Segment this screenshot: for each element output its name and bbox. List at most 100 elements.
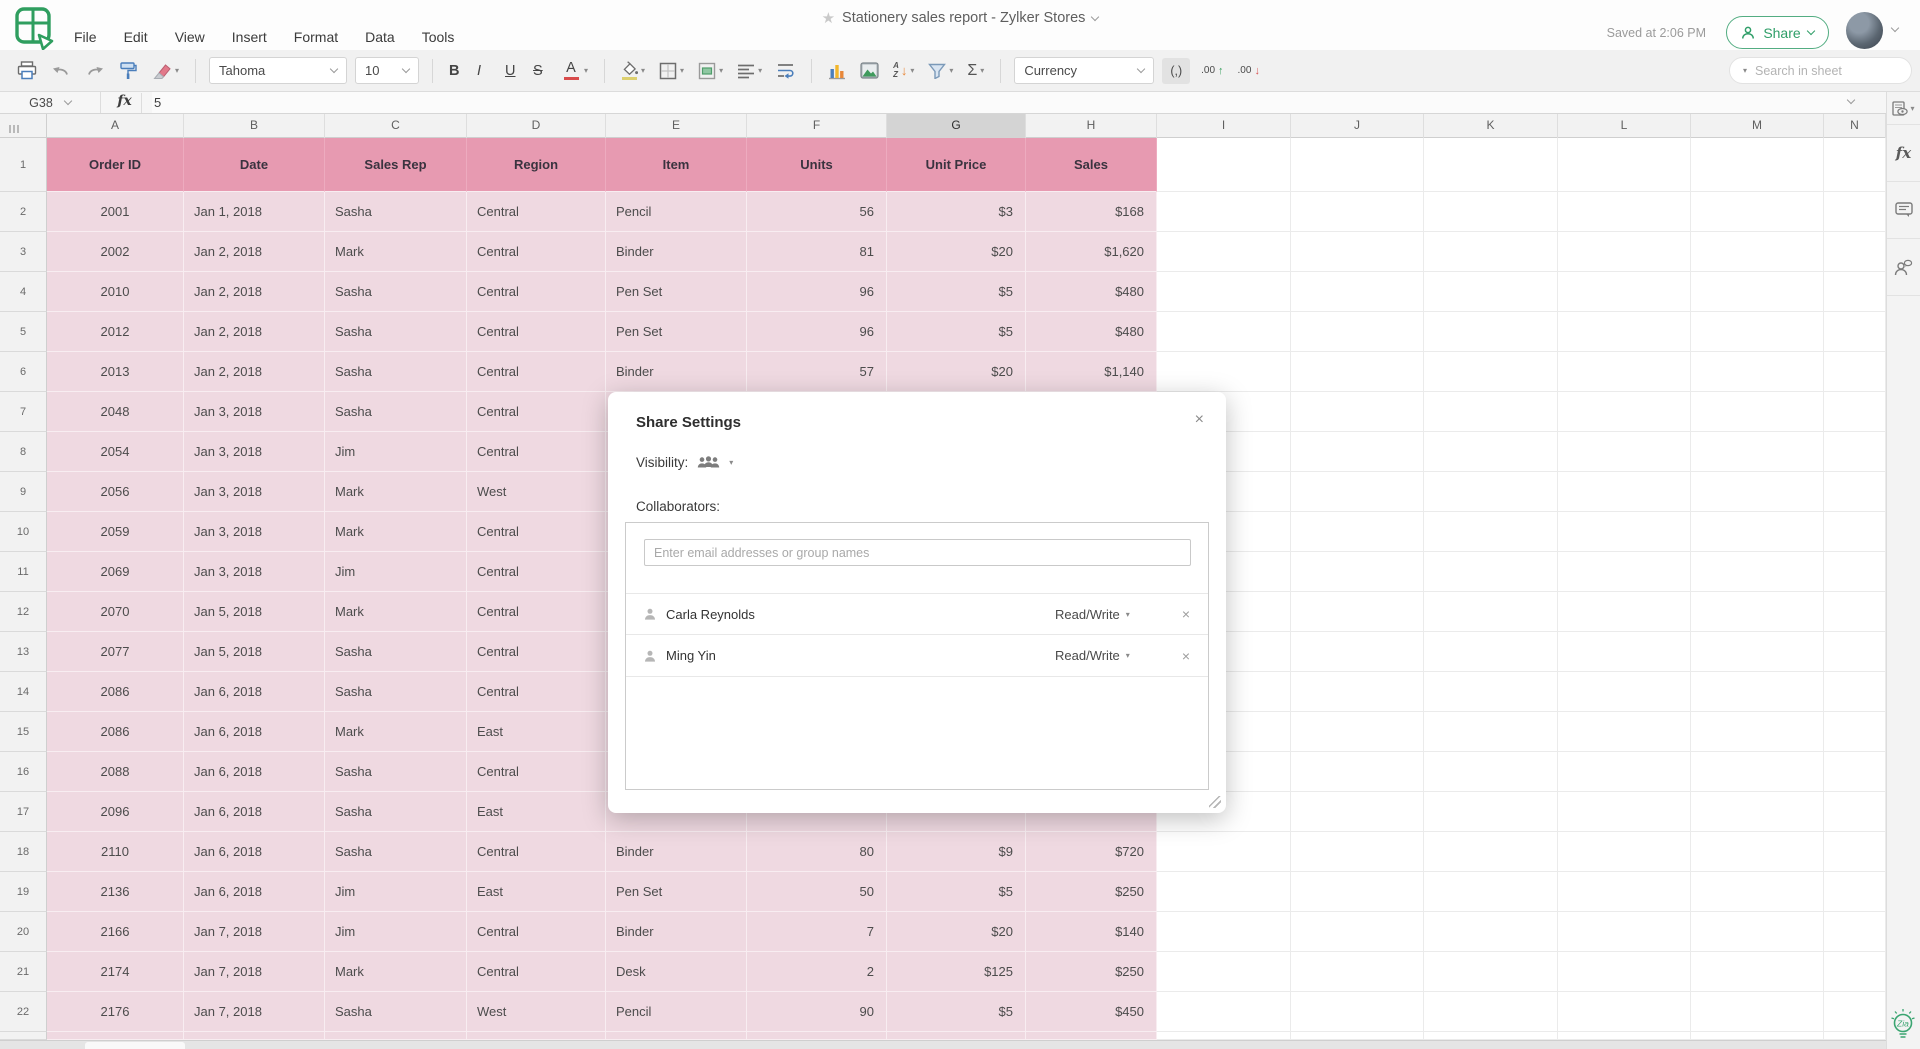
cell-N16[interactable] — [1824, 752, 1886, 792]
cell-N12[interactable] — [1824, 592, 1886, 632]
menu-item-view[interactable]: View — [175, 29, 205, 45]
cell-M18[interactable] — [1691, 832, 1824, 872]
menu-item-edit[interactable]: Edit — [124, 29, 148, 45]
cell-C19[interactable]: Jim — [325, 872, 467, 912]
cell-L11[interactable] — [1558, 552, 1691, 592]
cell-C8[interactable]: Jim — [325, 432, 467, 472]
cell-K9[interactable] — [1424, 472, 1558, 512]
cell-J11[interactable] — [1291, 552, 1424, 592]
cell-D12[interactable]: Central — [467, 592, 606, 632]
cell-C10[interactable]: Mark — [325, 512, 467, 552]
cell-E5[interactable]: Pen Set — [606, 312, 747, 352]
underline-button[interactable]: U — [502, 60, 522, 82]
borders-button[interactable]: ▾ — [656, 59, 687, 83]
cell-L15[interactable] — [1558, 712, 1691, 752]
cell-B3[interactable]: Jan 2, 2018 — [184, 232, 325, 272]
menu-item-tools[interactable]: Tools — [422, 29, 455, 45]
cell-H21[interactable]: $250 — [1026, 952, 1157, 992]
number-format-select[interactable]: Currency — [1014, 57, 1155, 84]
permission-dropdown[interactable]: Read/Write ▾ — [1055, 607, 1130, 622]
column-header-E[interactable]: E — [606, 114, 747, 138]
cell-D9[interactable]: West — [467, 472, 606, 512]
cell-M14[interactable] — [1691, 672, 1824, 712]
cell-N15[interactable] — [1824, 712, 1886, 752]
cell-A22[interactable]: 2176 — [47, 992, 184, 1032]
cell-H20[interactable]: $140 — [1026, 912, 1157, 952]
collaborator-email-input[interactable] — [644, 539, 1191, 566]
cell-C5[interactable]: Sasha — [325, 312, 467, 352]
cell-L5[interactable] — [1558, 312, 1691, 352]
search-input[interactable] — [1755, 63, 1917, 78]
cell-M19[interactable] — [1691, 872, 1824, 912]
cell-I21[interactable] — [1157, 952, 1291, 992]
font-family-select[interactable]: Tahoma — [209, 57, 348, 84]
cell-H2[interactable]: $168 — [1026, 192, 1157, 232]
cell-K[interactable] — [1424, 1032, 1558, 1040]
cell-H6[interactable]: $1,140 — [1026, 352, 1157, 392]
cell-D21[interactable]: Central — [467, 952, 606, 992]
cell-B21[interactable]: Jan 7, 2018 — [184, 952, 325, 992]
wrap-text-button[interactable] — [773, 59, 798, 82]
cell-F18[interactable]: 80 — [747, 832, 887, 872]
cell-A15[interactable]: 2086 — [47, 712, 184, 752]
cell-B22[interactable]: Jan 7, 2018 — [184, 992, 325, 1032]
select-all-corner[interactable] — [0, 114, 47, 137]
cell-A18[interactable]: 2110 — [47, 832, 184, 872]
cell-D1[interactable]: Region — [467, 138, 606, 192]
cell-B17[interactable]: Jan 6, 2018 — [184, 792, 325, 832]
cell-D4[interactable]: Central — [467, 272, 606, 312]
cell-K11[interactable] — [1424, 552, 1558, 592]
column-header-D[interactable]: D — [467, 114, 606, 138]
cell-G5[interactable]: $5 — [887, 312, 1026, 352]
functions-panel-button[interactable]: fx — [1887, 125, 1920, 182]
menu-item-data[interactable]: Data — [365, 29, 395, 45]
cell-N6[interactable] — [1824, 352, 1886, 392]
cell-D2[interactable]: Central — [467, 192, 606, 232]
cell-reference-box[interactable]: G38 — [0, 92, 101, 113]
cell-L19[interactable] — [1558, 872, 1691, 912]
cell-B[interactable] — [184, 1032, 325, 1040]
cell-A11[interactable]: 2069 — [47, 552, 184, 592]
cell-C15[interactable]: Mark — [325, 712, 467, 752]
cell-D20[interactable]: Central — [467, 912, 606, 952]
cell-N2[interactable] — [1824, 192, 1886, 232]
insert-chart-button[interactable] — [825, 59, 849, 83]
zia-assistant-button[interactable]: Zia — [1886, 1005, 1920, 1043]
cell-L13[interactable] — [1558, 632, 1691, 672]
sort-button[interactable]: A Z ↓ ▾ — [890, 59, 917, 82]
cell-A1[interactable]: Order ID — [47, 138, 184, 192]
cell-M7[interactable] — [1691, 392, 1824, 432]
cell-L7[interactable] — [1558, 392, 1691, 432]
cell-F19[interactable]: 50 — [747, 872, 887, 912]
cell-L1[interactable] — [1558, 138, 1691, 192]
cell-E[interactable] — [606, 1032, 747, 1040]
cell-G2[interactable]: $3 — [887, 192, 1026, 232]
cell-A13[interactable]: 2077 — [47, 632, 184, 672]
cell-C22[interactable]: Sasha — [325, 992, 467, 1032]
cell-A4[interactable]: 2010 — [47, 272, 184, 312]
cell-N9[interactable] — [1824, 472, 1886, 512]
cell-A21[interactable]: 2174 — [47, 952, 184, 992]
cell-A[interactable] — [47, 1032, 184, 1040]
cell-L[interactable] — [1558, 1032, 1691, 1040]
cell-M4[interactable] — [1691, 272, 1824, 312]
row-header-3[interactable]: 3 — [0, 232, 47, 272]
cell-J5[interactable] — [1291, 312, 1424, 352]
cell-A3[interactable]: 2002 — [47, 232, 184, 272]
cell-K21[interactable] — [1424, 952, 1558, 992]
cell-F2[interactable]: 56 — [747, 192, 887, 232]
merge-cells-button[interactable]: ▾ — [695, 59, 726, 83]
cell-C9[interactable]: Mark — [325, 472, 467, 512]
cell-L21[interactable] — [1558, 952, 1691, 992]
discuss-panel-button[interactable] — [1887, 239, 1920, 296]
cell-G19[interactable]: $5 — [887, 872, 1026, 912]
cell-J14[interactable] — [1291, 672, 1424, 712]
cell-K1[interactable] — [1424, 138, 1558, 192]
cell-L20[interactable] — [1558, 912, 1691, 952]
font-color-button[interactable]: A ▾ — [558, 58, 591, 84]
cell-I3[interactable] — [1157, 232, 1291, 272]
cell-C20[interactable]: Jim — [325, 912, 467, 952]
cell-M1[interactable] — [1691, 138, 1824, 192]
cell-M21[interactable] — [1691, 952, 1824, 992]
cell-K22[interactable] — [1424, 992, 1558, 1032]
